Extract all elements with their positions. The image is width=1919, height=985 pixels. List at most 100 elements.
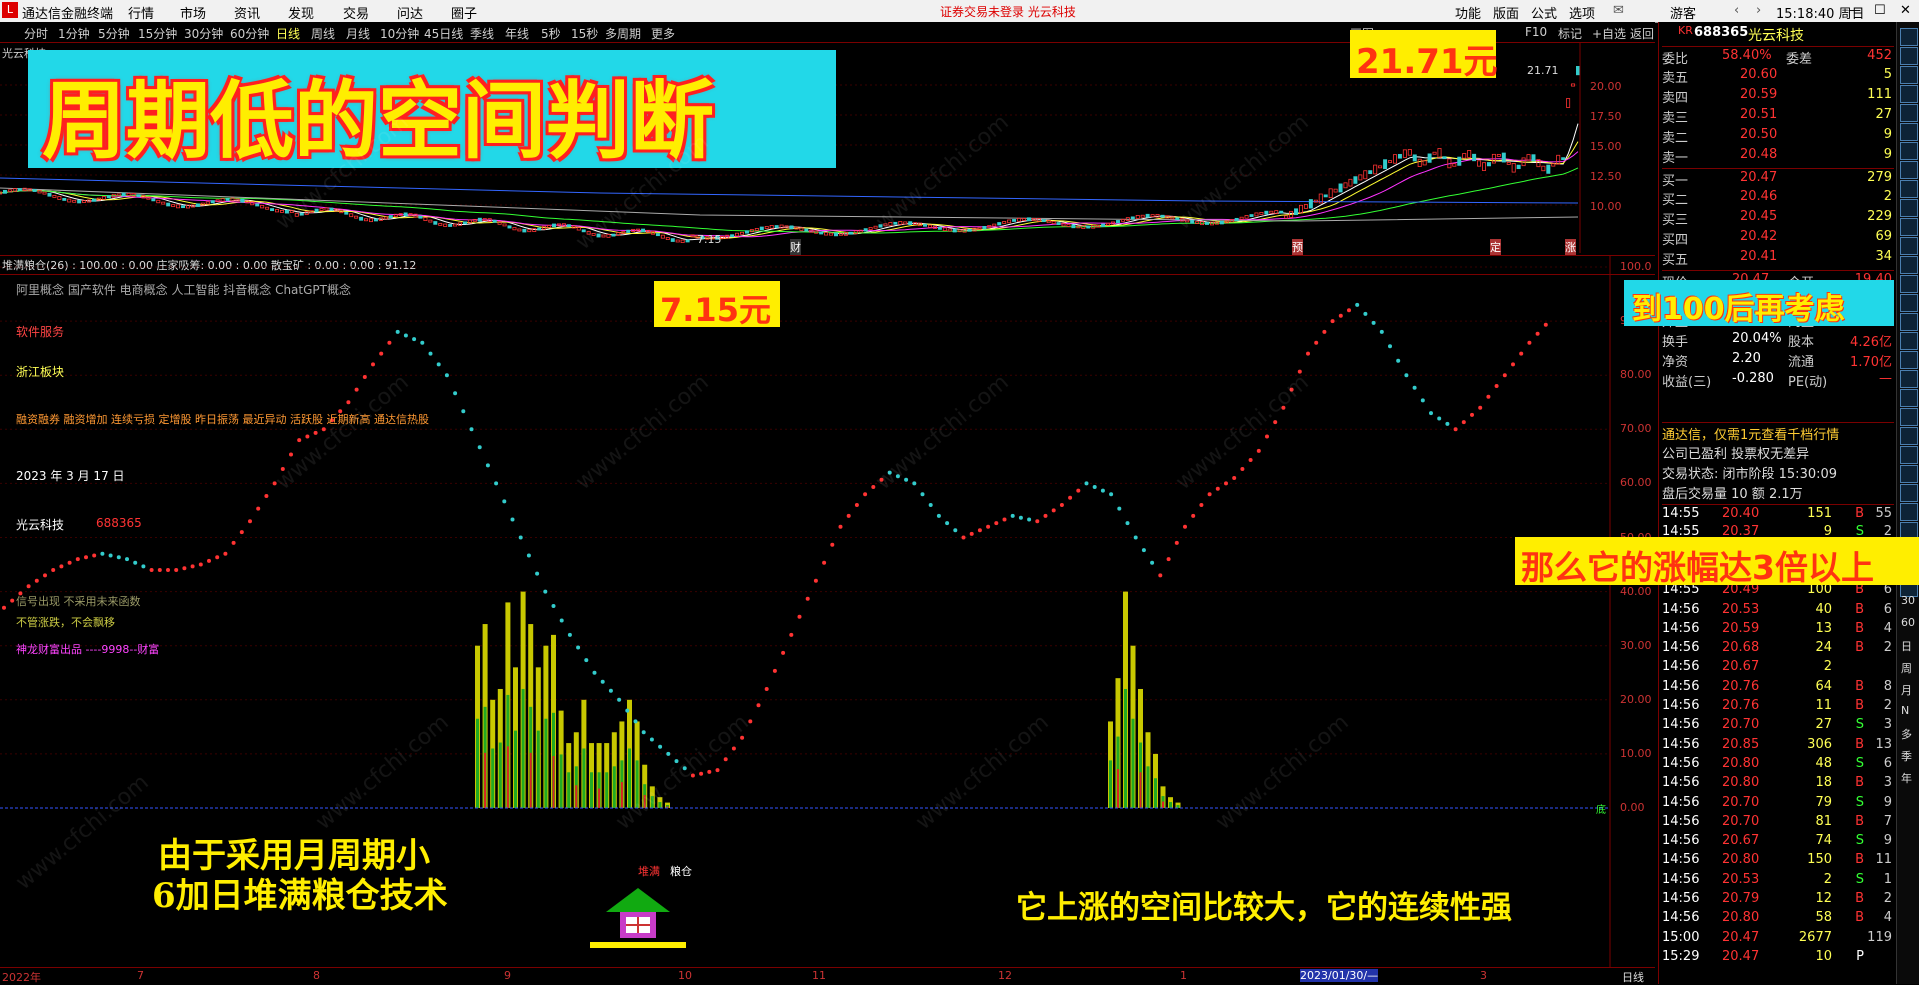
series-dot <box>75 557 80 562</box>
nav-forward-icon[interactable]: › <box>1756 3 1761 18</box>
toolstrip-icon[interactable] <box>1900 47 1918 65</box>
period-5sec[interactable]: 5秒 <box>541 25 561 42</box>
menu-zixun[interactable]: 资讯 <box>234 3 260 22</box>
toolstrip-icon[interactable] <box>1900 237 1918 255</box>
price-candle <box>833 232 838 237</box>
period-weekly[interactable]: 周线 <box>311 25 335 42</box>
ad-row[interactable]: 通达信，仅需1元查看千档行情 <box>1662 422 1894 443</box>
toolstrip-label[interactable]: 60 <box>1901 616 1915 629</box>
toolstrip-label[interactable]: 年 <box>1901 770 1912 786</box>
toolstrip-icon[interactable] <box>1900 294 1918 312</box>
period-1min[interactable]: 1分钟 <box>58 25 90 42</box>
marker-zhang[interactable]: 涨 <box>1565 239 1576 255</box>
toolstrip-icon[interactable] <box>1900 180 1918 198</box>
tick-side: B <box>1855 813 1864 829</box>
toolstrip-icon[interactable] <box>1900 66 1918 84</box>
toolstrip-icon[interactable] <box>1900 142 1918 160</box>
price-candle <box>680 239 685 243</box>
toolstrip-icon[interactable] <box>1900 256 1918 274</box>
price-candle <box>57 196 62 200</box>
toolstrip-icon[interactable] <box>1900 275 1918 293</box>
period-15min[interactable]: 15分钟 <box>138 25 177 42</box>
toolstrip-label[interactable]: 日 <box>1901 638 1912 654</box>
toolstrip-label[interactable]: 多 <box>1901 726 1912 742</box>
menu-gongneng[interactable]: 功能 <box>1455 3 1481 22</box>
period-quarter[interactable]: 季线 <box>470 25 494 42</box>
tick-price: 20.53 <box>1722 871 1760 887</box>
marker-ding[interactable]: 定 <box>1490 239 1501 255</box>
toolstrip-icon[interactable] <box>1900 28 1918 46</box>
tick-row: 14:56 20.53 40 B 6 <box>1662 601 1894 619</box>
period-15sec[interactable]: 15秒 <box>571 25 598 42</box>
toolstrip-icon[interactable] <box>1900 446 1918 464</box>
menu-faxian[interactable]: 发现 <box>288 3 314 22</box>
toolstrip-icon[interactable] <box>1900 408 1918 426</box>
menu-hangqing[interactable]: 行情 <box>128 3 154 22</box>
toolstrip-icon[interactable] <box>1900 427 1918 445</box>
toolstrip-icon[interactable] <box>1900 161 1918 179</box>
marker-cai[interactable]: 财 <box>790 239 801 255</box>
toolstrip-icon[interactable] <box>1900 465 1918 483</box>
daily-tab[interactable]: 日线 <box>1622 969 1644 985</box>
mail-icon[interactable]: ✉ <box>1613 3 1624 18</box>
guest-label[interactable]: 游客 <box>1670 3 1696 22</box>
toolstrip-icon[interactable] <box>1900 332 1918 350</box>
toolstrip-icon[interactable] <box>1900 389 1918 407</box>
toolstrip-icon[interactable] <box>1900 503 1918 521</box>
period-10min[interactable]: 10分钟 <box>380 25 419 42</box>
menu-banmian[interactable]: 版面 <box>1493 3 1519 22</box>
tick-price: 20.53 <box>1722 601 1760 617</box>
toolstrip-icon[interactable] <box>1900 123 1918 141</box>
add-favorite-button[interactable]: +自选 <box>1592 25 1626 42</box>
login-notice[interactable]: 证券交易未登录 光云科技 <box>940 3 1076 20</box>
bid-volume: 34 <box>1875 249 1892 264</box>
menu-jiaoyi[interactable]: 交易 <box>343 3 369 22</box>
period-more[interactable]: 更多 <box>651 25 675 42</box>
bar-green <box>582 748 586 808</box>
toolstrip-label[interactable]: 周 <box>1901 660 1912 676</box>
toolstrip-label[interactable]: 月 <box>1901 682 1912 698</box>
menu-wenda[interactable]: 问达 <box>397 3 423 22</box>
f10-button[interactable]: F10 <box>1525 25 1547 39</box>
return-button[interactable]: 返回 <box>1630 25 1654 42</box>
mark-button[interactable]: 标记 <box>1558 25 1582 42</box>
toolstrip-icon[interactable] <box>1900 313 1918 331</box>
bar-green <box>1131 718 1135 808</box>
bid-volume: 69 <box>1875 229 1892 244</box>
toolstrip-icon[interactable] <box>1900 104 1918 122</box>
nav-back-icon[interactable]: ‹ <box>1734 3 1739 18</box>
period-year[interactable]: 年线 <box>505 25 529 42</box>
menu-quanzi[interactable]: 圈子 <box>451 3 477 22</box>
period-daily[interactable]: 日线 <box>276 25 300 42</box>
toolstrip-icon[interactable] <box>1900 370 1918 388</box>
period-multi[interactable]: 多周期 <box>605 25 641 42</box>
toolstrip-icon[interactable] <box>1900 218 1918 236</box>
toolstrip-label[interactable]: N <box>1901 704 1909 717</box>
price-candle <box>181 205 186 209</box>
series-dot <box>1150 560 1155 565</box>
menu-shichang[interactable]: 市场 <box>180 3 206 22</box>
period-45day[interactable]: 45日线 <box>424 25 463 42</box>
maximize-icon[interactable]: ☐ <box>1874 3 1886 18</box>
toolstrip-label[interactable]: 30 <box>1901 594 1915 607</box>
toolstrip-icon[interactable] <box>1900 484 1918 502</box>
menu-gongshi[interactable]: 公式 <box>1531 3 1557 22</box>
period-60min[interactable]: 60分钟 <box>230 25 269 42</box>
ad-text[interactable]: 通达信，仅需1元查看千档行情 <box>1662 424 1839 443</box>
marker-yu[interactable]: 预 <box>1292 239 1303 255</box>
series-dot <box>969 531 974 536</box>
toolstrip-label[interactable]: 季 <box>1901 748 1912 764</box>
toolstrip-icon[interactable] <box>1900 85 1918 103</box>
price-candle <box>1378 165 1383 169</box>
period-fenshi[interactable]: 分时 <box>24 25 48 42</box>
period-monthly[interactable]: 月线 <box>346 25 370 42</box>
toolstrip-icon[interactable] <box>1900 199 1918 217</box>
price-candle <box>1462 153 1467 159</box>
period-5min[interactable]: 5分钟 <box>98 25 130 42</box>
price-candle <box>804 228 809 232</box>
minimize-icon[interactable]: — <box>1848 3 1861 18</box>
close-icon[interactable]: ✕ <box>1900 3 1911 18</box>
period-30min[interactable]: 30分钟 <box>184 25 223 42</box>
toolstrip-icon[interactable] <box>1900 351 1918 369</box>
menu-xuanxiang[interactable]: 选项 <box>1569 3 1595 22</box>
